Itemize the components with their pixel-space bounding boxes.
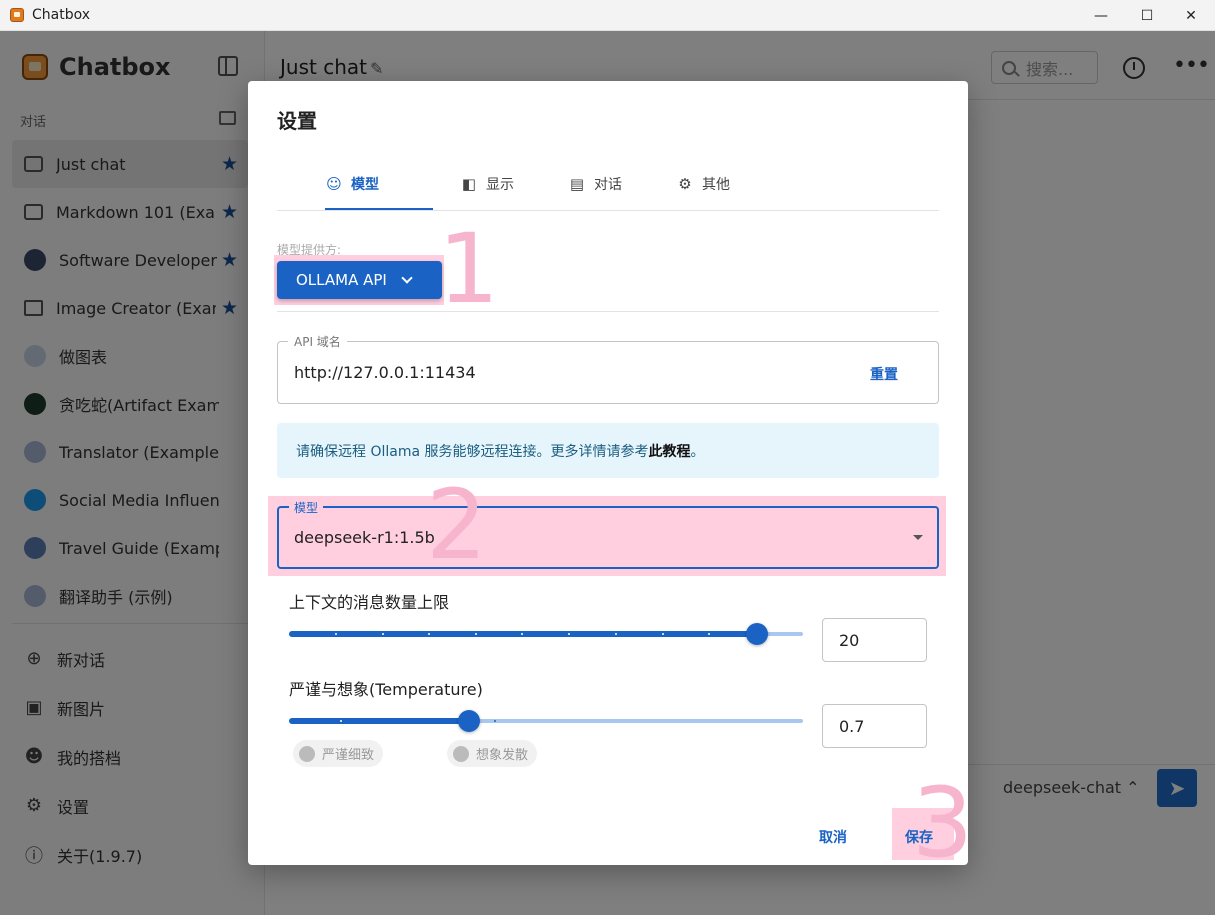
- temperature-input[interactable]: 0.7: [822, 704, 927, 748]
- window-titlebar: Chatbox — ☐ ✕: [0, 0, 1215, 31]
- provider-select-button[interactable]: OLLAMA API: [277, 261, 442, 299]
- temperature-slider[interactable]: [289, 709, 803, 733]
- chip-label: 严谨细致: [322, 748, 375, 763]
- slider-thumb[interactable]: [745, 623, 768, 645]
- slider-mark: [708, 633, 710, 635]
- chatbox-app-icon: [10, 8, 24, 22]
- tab-label: 模型: [351, 176, 379, 193]
- slider-mark: [494, 720, 496, 722]
- lightbulb-icon: [453, 745, 469, 762]
- api-host-label: API 域名: [288, 333, 347, 350]
- slider-mark: [340, 720, 342, 722]
- close-window-button[interactable]: ✕: [1168, 0, 1214, 31]
- slider-mark: [568, 633, 570, 635]
- minimize-button[interactable]: —: [1078, 0, 1124, 31]
- precise-chip[interactable]: 严谨细致: [293, 740, 384, 767]
- tab-other[interactable]: ⚙ 其他: [676, 157, 730, 210]
- tab-display[interactable]: ◧ 显示: [460, 157, 514, 210]
- active-tab-indicator: [325, 208, 433, 210]
- slider-mark: [382, 633, 384, 635]
- slider-mark: [662, 633, 664, 635]
- dialog-title: 设置: [277, 109, 317, 133]
- model-value: deepseek-r1:1.5b: [294, 528, 435, 547]
- api-host-value: http://127.0.0.1:11434: [294, 363, 476, 382]
- temperature-label: 严谨与想象(Temperature): [289, 680, 483, 699]
- tab-model[interactable]: ☺ 模型: [325, 157, 379, 210]
- tab-label: 对话: [594, 176, 622, 193]
- display-icon: ◧: [461, 174, 477, 193]
- chat-icon: ▤: [569, 174, 585, 193]
- info-text: 请确保远程 Ollama 服务能够远程连接。更多详情请参考: [296, 444, 649, 460]
- settings-tabs: ☺ 模型 ◧ 显示 ▤ 对话 ⚙ 其他: [277, 157, 939, 211]
- chevron-down-icon: [401, 272, 413, 284]
- maximize-button[interactable]: ☐: [1124, 0, 1170, 31]
- annotation-step-1: 1: [438, 213, 500, 325]
- slider-mark: [475, 633, 477, 635]
- api-host-field[interactable]: API 域名 http://127.0.0.1:11434 重置: [277, 333, 939, 404]
- caret-down-icon: [913, 535, 923, 540]
- tab-label: 显示: [486, 176, 514, 193]
- reset-button[interactable]: 重置: [870, 364, 898, 384]
- tab-chat[interactable]: ▤ 对话: [568, 157, 622, 210]
- tab-label: 其他: [702, 176, 730, 193]
- slider-thumb[interactable]: [457, 710, 480, 732]
- precise-icon: [299, 745, 315, 762]
- imaginative-chip[interactable]: 想象发散: [447, 740, 538, 767]
- context-limit-slider[interactable]: [289, 622, 803, 646]
- gear-icon: ⚙: [678, 174, 692, 193]
- model-label: 模型: [289, 499, 324, 516]
- context-limit-label: 上下文的消息数量上限: [289, 593, 450, 612]
- tutorial-link[interactable]: 此教程: [649, 444, 691, 460]
- context-limit-input[interactable]: 20: [822, 618, 927, 662]
- slider-mark: [335, 633, 337, 635]
- info-end: 。: [690, 444, 705, 460]
- annotation-step-3: 3: [912, 767, 974, 879]
- slider-mark: [615, 633, 617, 635]
- provider-divider: [277, 311, 939, 312]
- annotation-step-2: 2: [426, 469, 488, 581]
- robot-icon: ☺: [326, 174, 342, 193]
- slider-mark: [521, 633, 523, 635]
- slider-track: [289, 718, 469, 724]
- model-select[interactable]: 模型 deepseek-r1:1.5b: [277, 499, 939, 569]
- settings-dialog: 设置 ☺ 模型 ◧ 显示 ▤ 对话 ⚙ 其他 模型提供方: OLLAMA API…: [248, 81, 973, 871]
- window-title: Chatbox: [32, 7, 91, 23]
- chip-label: 想象发散: [476, 748, 529, 763]
- provider-value: OLLAMA API: [296, 271, 387, 289]
- slider-mark: [428, 633, 430, 635]
- cancel-button[interactable]: 取消: [819, 827, 847, 847]
- info-alert: 请确保远程 Ollama 服务能够远程连接。更多详情请参考此教程。: [277, 423, 939, 478]
